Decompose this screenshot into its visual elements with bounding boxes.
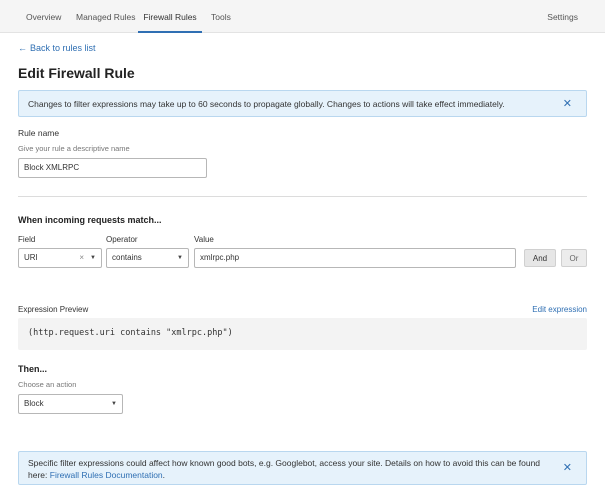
rule-name-label: Rule name <box>18 128 60 138</box>
operator-select-value: contains <box>112 253 142 262</box>
good-bots-notice: Specific filter expressions could affect… <box>18 451 587 485</box>
tab-tools[interactable]: Tools <box>211 0 231 33</box>
tab-settings[interactable]: Settings <box>547 0 578 33</box>
chevron-down-icon: ▼ <box>177 255 183 261</box>
value-input[interactable]: xmlrpc.php <box>194 248 516 268</box>
operator-select[interactable]: contains ▼ <box>106 248 189 268</box>
field-select[interactable]: URI × ▼ <box>18 248 102 268</box>
action-select[interactable]: Block ▼ <box>18 394 123 414</box>
value-label: Value <box>194 235 214 244</box>
notice-text: Changes to filter expressions may take u… <box>28 99 505 109</box>
rule-name-hint: Give your rule a descriptive name <box>18 144 130 153</box>
tab-overview[interactable]: Overview <box>26 0 61 33</box>
action-hint: Choose an action <box>18 380 77 389</box>
rule-name-input[interactable]: Block XMLRPC <box>18 158 207 178</box>
firewall-rules-docs-link[interactable]: Firewall Rules Documentation <box>50 470 163 480</box>
and-button[interactable]: And <box>524 249 556 267</box>
chevron-down-icon: ▼ <box>90 255 96 261</box>
field-select-value: URI <box>24 253 38 262</box>
notice-suffix: . <box>162 470 166 480</box>
section-divider <box>18 196 587 197</box>
expression-preview-code: (http.request.uri contains "xmlrpc.php") <box>18 318 587 350</box>
or-button[interactable]: Or <box>561 249 587 267</box>
edit-expression-link[interactable]: Edit expression <box>532 305 587 314</box>
clear-icon[interactable]: × <box>79 249 84 267</box>
propagation-notice: Changes to filter expressions may take u… <box>18 90 587 117</box>
operator-label: Operator <box>106 235 138 244</box>
back-link-label: Back to rules list <box>30 43 96 53</box>
close-icon[interactable]: ✕ <box>563 97 572 110</box>
back-to-rules-link[interactable]: ← Back to rules list <box>18 43 96 53</box>
tab-firewall-rules[interactable]: Firewall Rules <box>138 0 202 33</box>
top-nav: Overview Managed Rules Firewall Rules To… <box>0 0 605 33</box>
tab-managed-rules[interactable]: Managed Rules <box>76 0 136 33</box>
field-label: Field <box>18 235 36 244</box>
chevron-down-icon: ▼ <box>111 401 117 407</box>
then-heading: Then... <box>18 364 47 374</box>
action-select-value: Block <box>24 399 44 408</box>
page-title: Edit Firewall Rule <box>18 65 135 81</box>
close-icon[interactable]: ✕ <box>563 462 572 474</box>
arrow-left-icon: ← <box>18 43 27 53</box>
expression-preview-label: Expression Preview <box>18 305 89 314</box>
match-heading: When incoming requests match... <box>18 215 162 225</box>
